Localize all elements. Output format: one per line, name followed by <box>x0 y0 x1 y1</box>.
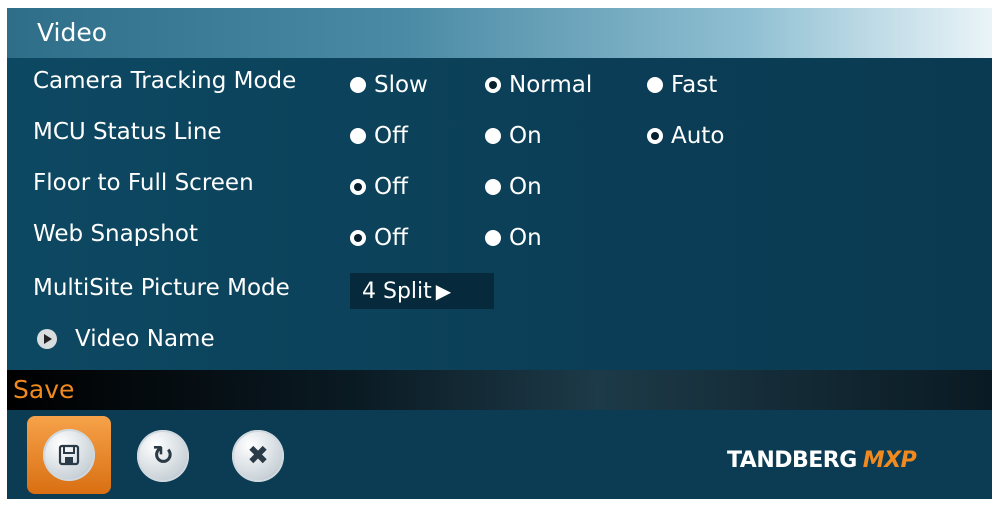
multisite-mode-value: 4 Split <box>362 278 432 304</box>
option-label: On <box>509 174 542 200</box>
title-bar: Video <box>7 8 992 58</box>
setting-label: Camera Tracking Mode <box>33 68 297 94</box>
radio-icon <box>350 128 366 144</box>
focused-action-label: Save <box>13 375 75 404</box>
radio-icon <box>485 128 501 144</box>
option-label: Slow <box>374 72 428 98</box>
window-title: Video <box>37 18 108 47</box>
refresh-button[interactable]: ↻ <box>137 430 189 482</box>
option-label: On <box>509 225 542 251</box>
option-off[interactable]: Off <box>350 225 408 251</box>
video-settings-window: Video Camera Tracking Mode Slow Normal F… <box>7 8 992 499</box>
radio-selected-icon <box>647 128 663 144</box>
video-name-label: Video Name <box>75 326 215 352</box>
option-fast[interactable]: Fast <box>647 72 717 98</box>
setting-web-snapshot: Web Snapshot Off On <box>7 215 992 263</box>
status-bar: Save <box>7 370 992 410</box>
settings-panel: Camera Tracking Mode Slow Normal Fast MC… <box>7 58 992 370</box>
radio-icon <box>485 179 501 195</box>
logo-main: TANDBERG <box>727 448 857 473</box>
option-slow[interactable]: Slow <box>350 72 428 98</box>
setting-mcu-status-line: MCU Status Line Off On Auto <box>7 113 992 161</box>
setting-floor-to-full-screen: Floor to Full Screen Off On <box>7 164 992 212</box>
brand-logo: TANDBERG MXP <box>727 448 917 473</box>
play-circle-icon <box>37 329 57 349</box>
setting-label: Web Snapshot <box>33 221 198 247</box>
option-on[interactable]: On <box>485 123 542 149</box>
option-off[interactable]: Off <box>350 174 408 200</box>
option-on[interactable]: On <box>485 225 542 251</box>
refresh-icon: ↻ <box>152 441 174 471</box>
option-normal[interactable]: Normal <box>485 72 592 98</box>
option-label: Fast <box>671 72 718 98</box>
video-name-item[interactable]: Video Name <box>7 320 992 368</box>
option-label: Off <box>374 225 408 251</box>
arrow-right-icon: ▶ <box>435 279 452 303</box>
radio-icon <box>485 230 501 246</box>
setting-label: Floor to Full Screen <box>33 170 254 196</box>
option-label: On <box>509 123 542 149</box>
radio-icon <box>350 77 366 93</box>
setting-label: MCU Status Line <box>33 119 222 145</box>
video-name-link[interactable]: Video Name <box>37 326 215 352</box>
option-label: Off <box>374 123 408 149</box>
option-auto[interactable]: Auto <box>647 123 724 149</box>
footer-toolbar: ↻ ✖ TANDBERG MXP <box>7 410 992 499</box>
multisite-mode-selector[interactable]: 4 Split ▶ <box>350 273 494 309</box>
option-label: Normal <box>509 72 593 98</box>
setting-multisite-picture-mode: MultiSite Picture Mode 4 Split ▶ <box>7 269 992 317</box>
setting-camera-tracking-mode: Camera Tracking Mode Slow Normal Fast <box>7 62 992 110</box>
option-label: Off <box>374 174 408 200</box>
option-on[interactable]: On <box>485 174 542 200</box>
radio-selected-icon <box>350 230 366 246</box>
option-off[interactable]: Off <box>350 123 408 149</box>
save-button[interactable] <box>27 416 111 494</box>
cancel-button[interactable]: ✖ <box>232 430 284 482</box>
radio-icon <box>647 77 663 93</box>
radio-selected-icon <box>485 77 501 93</box>
save-icon <box>43 429 95 481</box>
option-label: Auto <box>671 123 725 149</box>
radio-selected-icon <box>350 179 366 195</box>
logo-sub: MXP <box>862 448 917 473</box>
close-icon: ✖ <box>247 441 269 471</box>
setting-label: MultiSite Picture Mode <box>33 275 290 301</box>
